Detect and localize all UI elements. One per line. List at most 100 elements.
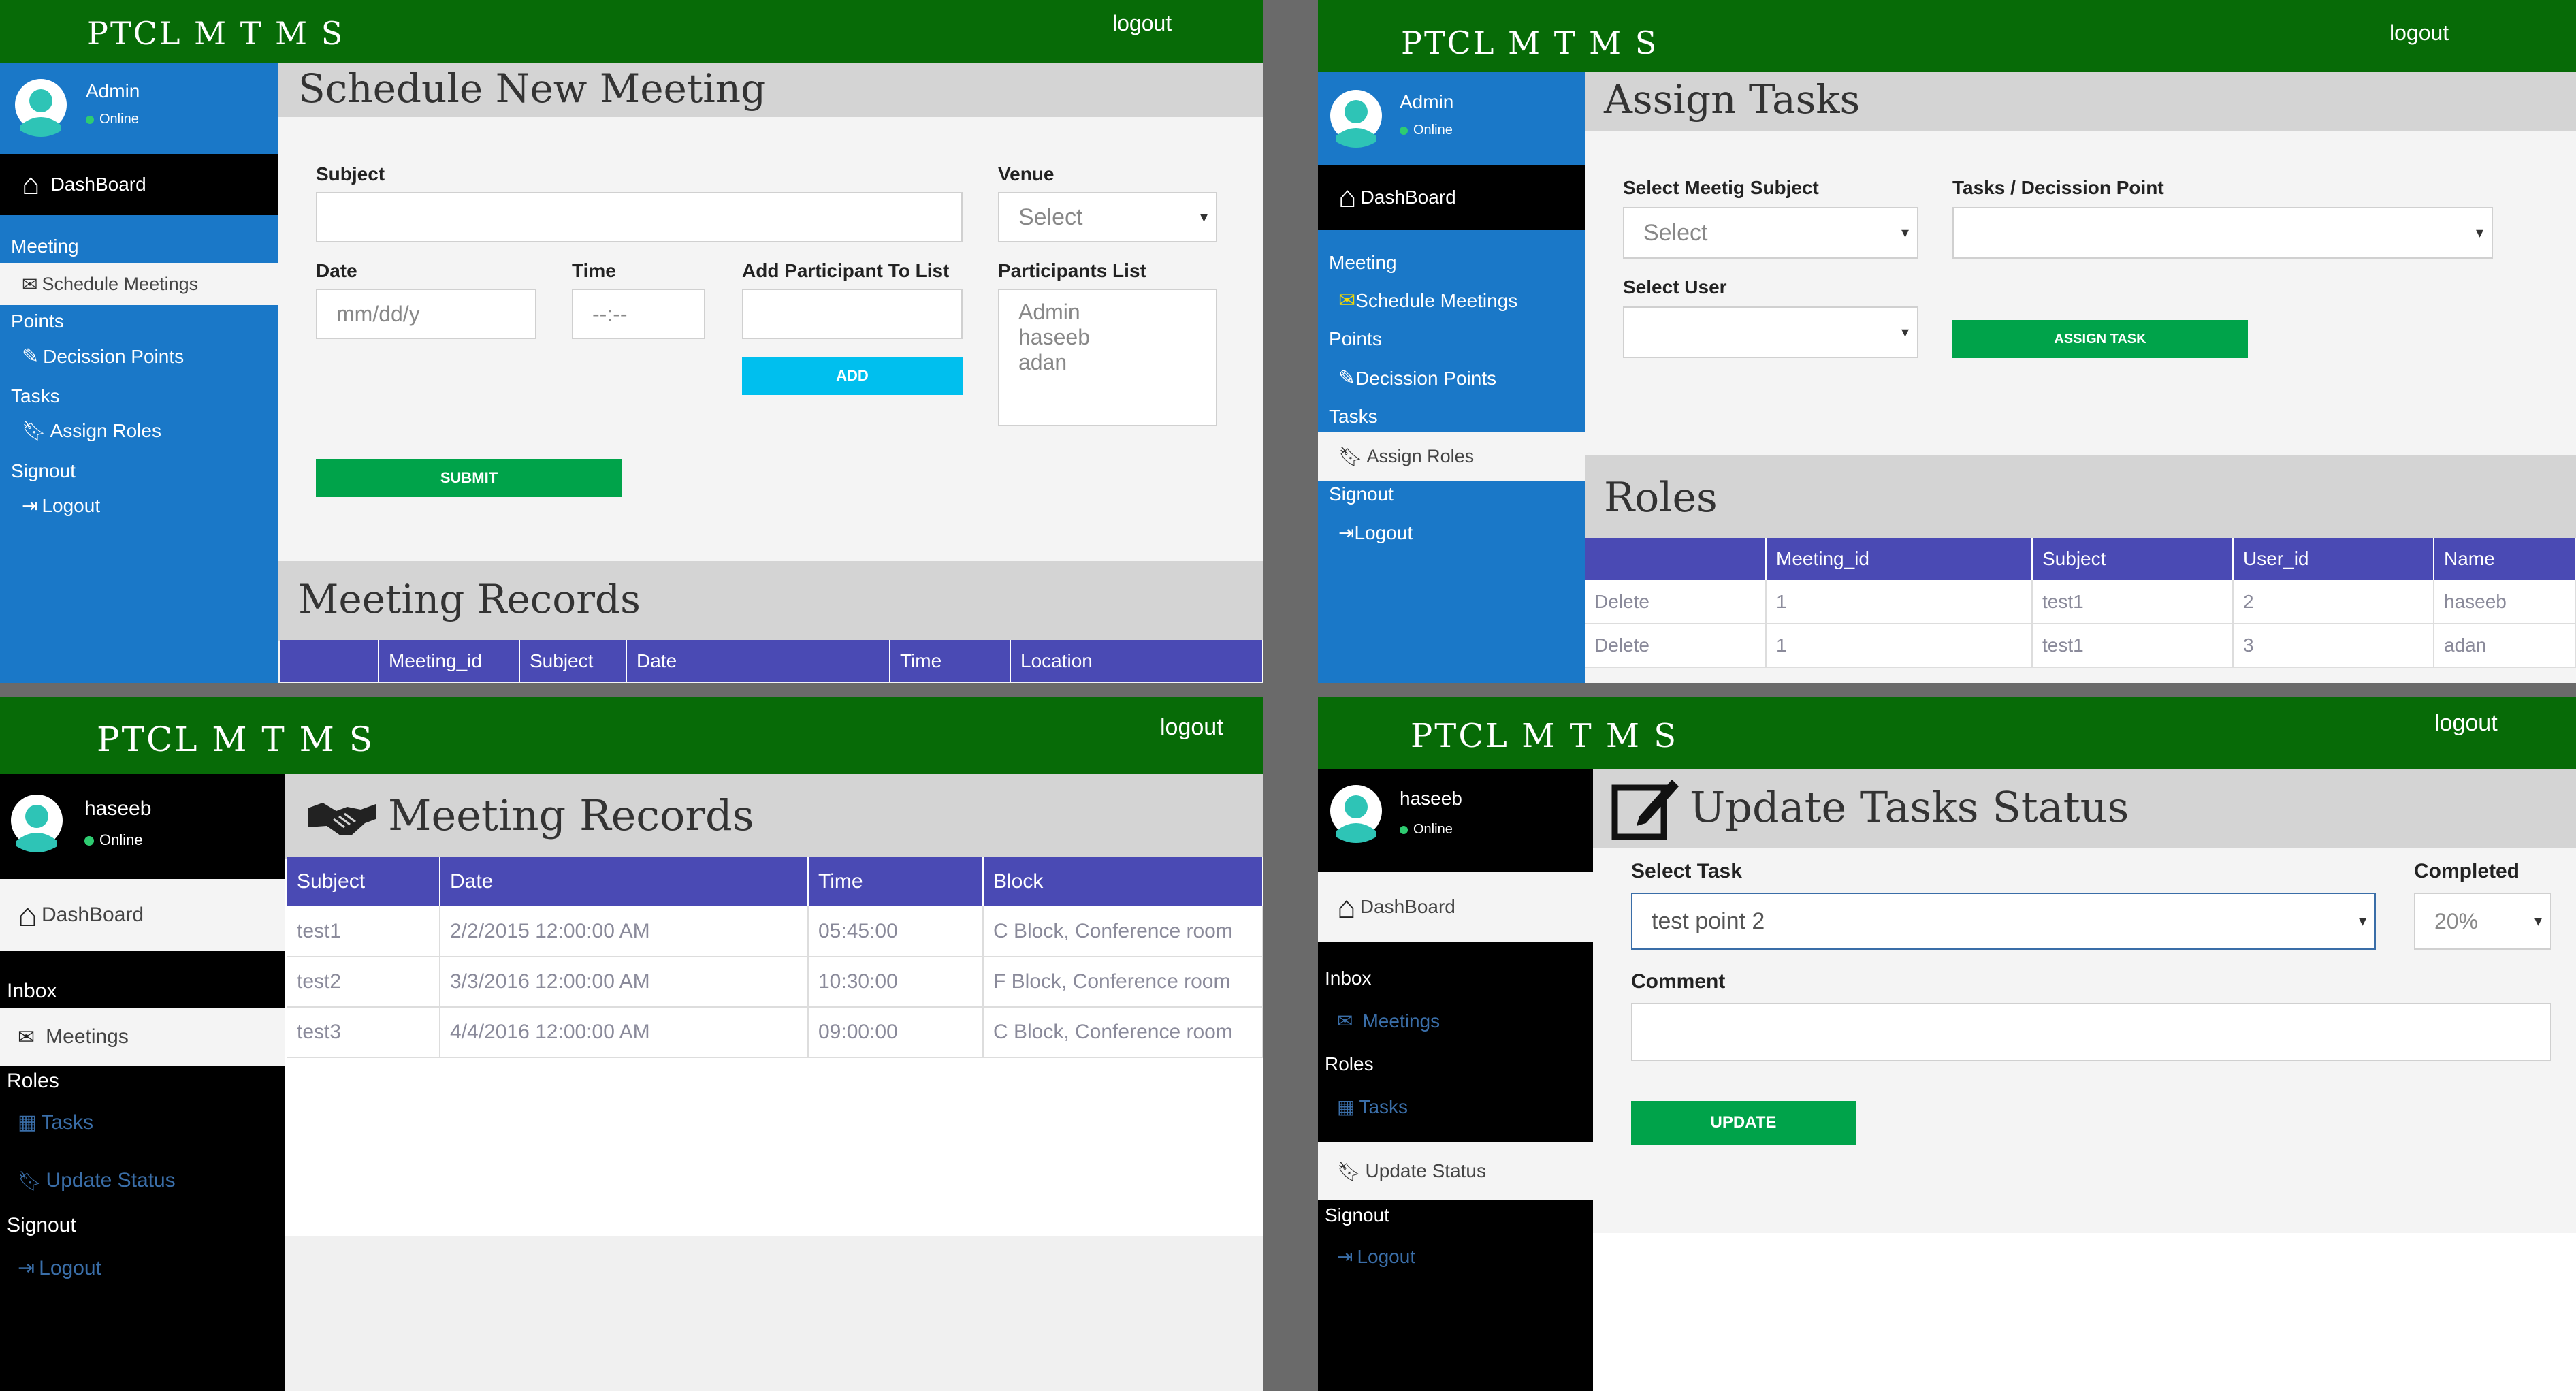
date-input[interactable]: mm/dd/y — [316, 289, 536, 339]
completed-label: Completed — [2414, 860, 2520, 882]
table-cell: adan — [2434, 624, 2576, 668]
sidebar-item-logout[interactable]: ⇥ Logout — [18, 1256, 101, 1280]
section-inbox: Inbox — [1325, 968, 1372, 989]
column-header: Date — [440, 857, 809, 906]
handshake-icon — [308, 803, 376, 835]
page-title-bar: Schedule New Meeting — [278, 63, 1263, 117]
table-cell: haseeb — [2434, 580, 2576, 624]
table-row: test3 4/4/2016 12:00:00 AM 09:00:00 C Bl… — [287, 1007, 1263, 1058]
sidebar-item-schedule-meetings[interactable]: ✉ Schedule Meetings — [1338, 289, 1517, 313]
section-meeting: Meeting — [1329, 252, 1397, 273]
meeting-records-table: Meeting_id Subject Date Time Location — [280, 640, 1263, 682]
envelope-icon: ✉ — [22, 273, 38, 295]
section-points: Points — [1329, 328, 1382, 349]
table-row: Delete 1 test1 3 adan — [1585, 624, 2576, 668]
table-cell: 2/2/2015 12:00:00 AM — [440, 906, 809, 957]
main-content: Schedule New Meeting Subject Venue Selec… — [278, 63, 1263, 683]
subject-input[interactable] — [316, 192, 963, 242]
participant-option[interactable]: Admin — [1018, 300, 1080, 325]
update-button[interactable]: UPDATE — [1631, 1101, 1856, 1145]
submit-button[interactable]: SUBMIT — [316, 459, 622, 497]
sidebar-item-assign-roles[interactable]: 🔖︎ Assign Roles — [1318, 432, 1585, 481]
sidebar-item-label: Logout — [1357, 1245, 1416, 1267]
task-select[interactable] — [1952, 207, 2493, 259]
sidebar-item-dashboard[interactable]: ⌂ DashBoard — [0, 879, 285, 951]
edit-icon: ✎ — [1338, 367, 1356, 389]
sidebar-item-dashboard[interactable]: ⌂ DashBoard — [1318, 165, 1585, 230]
envelope-icon: ✉ — [18, 1025, 35, 1049]
sidebar: Admin Online ⌂ DashBoard Meeting ✉ Sched… — [1318, 72, 1585, 683]
venue-select-value: Select — [1018, 204, 1083, 230]
sidebar-item-label: Meetings — [1362, 1010, 1440, 1032]
participant-option[interactable]: haseeb — [1018, 325, 1090, 350]
records-title-bar: Meeting Records — [278, 561, 1263, 641]
select-task-value: test point 2 — [1652, 908, 1765, 934]
completed-select[interactable]: 20% — [2414, 893, 2551, 950]
bookmark-icon: 🔖︎ — [1338, 445, 1363, 467]
user-name: haseeb — [1400, 788, 1462, 809]
sidebar-item-label: Assign Roles — [50, 419, 161, 441]
participants-list-label: Participants List — [998, 260, 1146, 281]
sidebar-item-decision-points[interactable]: ✎ Decission Points — [22, 345, 184, 368]
table-cell: 1 — [1766, 624, 2033, 668]
update-task-status-panel: PTCL M T M S logout haseeb Online ⌂ Dash… — [1318, 697, 2576, 1391]
user-select[interactable] — [1623, 306, 1918, 358]
sidebar-item-logout[interactable]: ⇥ Logout — [1338, 522, 1413, 544]
logout-icon: ⇥ — [1338, 522, 1355, 543]
meeting-subject-select[interactable]: Select — [1623, 207, 1918, 259]
brand-title: PTCL M T M S — [1401, 25, 1659, 61]
meeting-records-table: Subject Date Time Block test1 2/2/2015 1… — [287, 857, 1263, 1058]
sidebar-item-label: DashBoard — [1359, 896, 1455, 917]
sidebar-item-assign-roles[interactable]: 🔖︎ Assign Roles — [22, 419, 161, 442]
sidebar-item-label: Logout — [1354, 522, 1413, 543]
logout-link[interactable]: logout — [1160, 714, 1223, 741]
sidebar-item-dashboard[interactable]: ⌂ DashBoard — [0, 154, 278, 215]
participant-input[interactable] — [742, 289, 963, 339]
table-cell: test1 — [2032, 580, 2234, 624]
sidebar-item-logout[interactable]: ⇥ Logout — [22, 494, 100, 517]
sidebar: haseeb Online ⌂ DashBoard Inbox ✉ Meetin… — [1318, 769, 1593, 1391]
sidebar-item-tasks[interactable]: ▦ Tasks — [18, 1110, 93, 1134]
sidebar-item-decision-points[interactable]: ✎ Decission Points — [1338, 366, 1496, 390]
delete-link[interactable]: Delete — [1585, 580, 1767, 624]
main-content: Assign Tasks Select Meetig Subject Selec… — [1585, 72, 2576, 683]
section-tasks: Tasks — [1329, 406, 1378, 427]
online-dot-icon — [1400, 126, 1408, 135]
logout-link[interactable]: logout — [2434, 710, 2498, 737]
user-status: Online — [84, 831, 143, 849]
select-task-dropdown[interactable]: test point 2 — [1631, 893, 2376, 950]
comment-input[interactable] — [1631, 1003, 2551, 1061]
assign-task-button[interactable]: ASSIGN TASK — [1952, 320, 2248, 358]
add-participant-button[interactable]: ADD — [742, 357, 963, 395]
logout-link[interactable]: logout — [2389, 20, 2449, 46]
sidebar-item-dashboard[interactable]: ⌂ DashBoard — [1318, 872, 1593, 942]
table-cell: 05:45:00 — [808, 906, 984, 957]
table-cell: 2 — [2233, 580, 2434, 624]
roles-title-bar: Roles — [1585, 455, 2576, 539]
column-header: Subject — [2032, 538, 2234, 580]
time-input[interactable]: --:-- — [572, 289, 705, 339]
venue-select[interactable]: Select — [998, 192, 1217, 242]
participant-option[interactable]: adan — [1018, 350, 1067, 375]
section-roles: Roles — [7, 1070, 59, 1092]
user-avatar-icon — [11, 795, 63, 852]
logout-link[interactable]: logout — [1112, 11, 1172, 36]
sidebar-item-logout[interactable]: ⇥ Logout — [1337, 1245, 1415, 1268]
roles-table: Meeting_id Subject User_id Name Delete 1… — [1585, 538, 2576, 668]
sidebar: haseeb Online ⌂ DashBoard Inbox ✉ Meetin… — [0, 774, 285, 1391]
envelope-icon: ✉ — [1337, 1010, 1353, 1032]
sidebar-item-tasks[interactable]: ▦ Tasks — [1337, 1096, 1408, 1118]
participants-listbox[interactable]: Admin haseeb adan — [998, 289, 1217, 426]
column-header — [1585, 538, 1767, 580]
sidebar-item-label: Update Status — [46, 1169, 176, 1192]
sidebar-item-meetings[interactable]: ✉ Meetings — [0, 1008, 285, 1066]
home-icon: ⌂ — [22, 167, 40, 201]
sidebar-item-schedule-meetings[interactable]: ✉ Schedule Meetings — [0, 263, 278, 305]
grid-icon: ▦ — [18, 1111, 37, 1134]
sidebar-item-update-status[interactable]: 🔖︎ Update Status — [1318, 1142, 1593, 1200]
sidebar-item-meetings[interactable]: ✉ Meetings — [1337, 1010, 1440, 1032]
delete-link[interactable]: Delete — [1585, 624, 1767, 668]
grid-icon: ▦ — [1337, 1096, 1355, 1117]
table-cell: 10:30:00 — [808, 957, 984, 1008]
sidebar-item-update-status[interactable]: 🔖︎ Update Status — [18, 1169, 176, 1192]
